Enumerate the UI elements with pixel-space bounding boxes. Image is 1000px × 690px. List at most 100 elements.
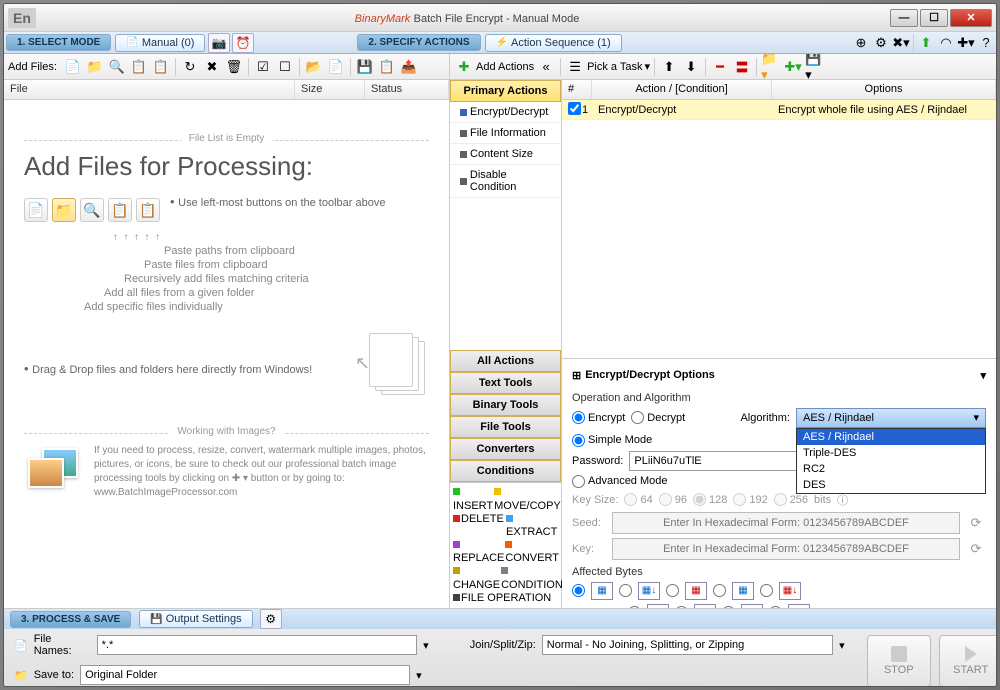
start-button[interactable]: START — [939, 635, 997, 687]
alg-opt-aes[interactable]: AES / Rijndael — [797, 429, 985, 445]
step3-tab[interactable]: 3. PROCESS & SAVE — [10, 611, 131, 628]
col-file[interactable]: File — [4, 80, 295, 99]
add-folder-icon[interactable]: 📁 — [85, 57, 105, 77]
key-input — [612, 538, 960, 560]
step2-tab[interactable]: 2. SPECIFY ACTIONS — [357, 34, 480, 51]
decrypt-radio[interactable]: Decrypt — [631, 411, 685, 424]
globe-icon[interactable]: ⊕ — [851, 33, 871, 53]
refresh-icon[interactable]: ↻ — [180, 57, 200, 77]
step1-tab[interactable]: 1. SELECT MODE — [6, 34, 111, 51]
hint-line2: Paste files from clipboard — [24, 259, 429, 271]
camera-icon[interactable]: 📷 — [208, 33, 230, 53]
export-icon[interactable]: 📤 — [399, 57, 419, 77]
row-options: Encrypt whole file using AES / Rijndael — [772, 102, 996, 118]
action-disablecond[interactable]: Disable Condition — [450, 165, 561, 198]
simple-mode-radio[interactable]: Simple Mode — [572, 434, 652, 447]
algorithm-dropdown[interactable]: AES / Rijndael▾ AES / Rijndael Triple-DE… — [796, 408, 986, 428]
copy-list-icon[interactable]: 📋 — [377, 57, 397, 77]
seed-input — [612, 512, 960, 534]
remove-icon[interactable]: ✖ — [202, 57, 222, 77]
wifi-icon[interactable]: ◠ — [936, 33, 956, 53]
sequence-row[interactable]: 1 Encrypt/Decrypt Encrypt whole file usi… — [562, 100, 996, 120]
col-num[interactable]: # — [562, 80, 592, 99]
add-icon[interactable]: ✚▾ — [956, 33, 976, 53]
fe-4[interactable] — [769, 606, 782, 608]
paste-paths-icon[interactable]: 📋 — [151, 57, 171, 77]
col-options[interactable]: Options — [772, 80, 996, 99]
images-thumbnail-icon — [24, 444, 84, 494]
seed-gen-icon: ⟳ — [966, 513, 986, 533]
filenames-icon: 📄 — [14, 639, 28, 652]
action-contentsize[interactable]: Content Size — [450, 144, 561, 165]
cat-all[interactable]: All Actions — [450, 350, 561, 372]
move-up-icon[interactable]: ⬆ — [659, 57, 679, 77]
folder-action-icon[interactable]: 📁▾ — [761, 57, 781, 77]
cat-file[interactable]: File Tools — [450, 416, 561, 438]
alg-opt-rc2[interactable]: RC2 — [797, 461, 985, 477]
save-actions-icon[interactable]: 💾▾ — [805, 57, 825, 77]
uncheck-icon[interactable]: ☐ — [275, 57, 295, 77]
col-size[interactable]: Size — [295, 80, 365, 99]
alg-opt-3des[interactable]: Triple-DES — [797, 445, 985, 461]
clock-icon[interactable]: ⏰ — [232, 33, 254, 53]
cat-text[interactable]: Text Tools — [450, 372, 561, 394]
disable-action-icon[interactable]: 〓 — [732, 57, 752, 77]
open-file-icon[interactable]: 📄 — [326, 57, 346, 77]
pick-task-icon[interactable]: ☰ — [565, 57, 585, 77]
affected-label: Affected Bytes — [572, 566, 986, 578]
help-keysize-icon[interactable]: ⓘ — [837, 492, 848, 508]
collapse-icon[interactable]: « — [536, 57, 556, 77]
joinsplit-input[interactable] — [542, 635, 833, 655]
fe-1[interactable] — [628, 606, 641, 608]
manual-tab[interactable]: 📄 Manual (0) — [115, 34, 205, 52]
update-icon[interactable]: ⬆ — [916, 33, 936, 53]
close-button[interactable]: ✕ — [950, 9, 992, 27]
fe-2[interactable] — [675, 606, 688, 608]
open-folder-icon[interactable]: 📂 — [304, 57, 324, 77]
stop-button[interactable]: STOP — [867, 635, 931, 687]
fe-3[interactable] — [722, 606, 735, 608]
aff-all[interactable] — [572, 584, 585, 597]
add-recursive-icon[interactable]: 🔍 — [107, 57, 127, 77]
settings-icon[interactable]: ⚙ — [871, 33, 891, 53]
aff-3[interactable] — [666, 584, 679, 597]
aff-2[interactable] — [619, 584, 632, 597]
saveto-input[interactable] — [80, 665, 410, 685]
maximize-button[interactable]: ☐ — [920, 9, 948, 27]
action-sequence-tab[interactable]: ⚡ Action Sequence (1) — [485, 34, 622, 52]
advanced-mode-radio[interactable]: Advanced Mode — [572, 475, 668, 488]
aff-5[interactable] — [760, 584, 773, 597]
minimize-button[interactable]: — — [890, 9, 918, 27]
action-fileinfo[interactable]: File Information — [450, 123, 561, 144]
actions-sidebar: Primary Actions Encrypt/Decrypt File Inf… — [450, 80, 562, 608]
tools-icon[interactable]: ✖▾ — [891, 33, 911, 53]
key-label: Key: — [572, 543, 606, 555]
add-file-icon[interactable]: 📄 — [63, 57, 83, 77]
encrypt-radio[interactable]: Encrypt — [572, 411, 625, 424]
cat-binary[interactable]: Binary Tools — [450, 394, 561, 416]
images-hint-text: If you need to process, resize, convert,… — [94, 444, 429, 500]
gear-icon[interactable]: ⚙ — [260, 609, 282, 629]
col-status[interactable]: Status — [365, 80, 449, 99]
clear-icon[interactable]: 🗑 — [224, 57, 244, 77]
delete-action-icon[interactable]: ━ — [710, 57, 730, 77]
algorithm-dropdown-list[interactable]: AES / Rijndael Triple-DES RC2 DES — [796, 428, 986, 494]
pick-task-label[interactable]: Pick a Task — [587, 61, 642, 73]
help-icon[interactable]: ? — [976, 33, 996, 53]
new-action-icon[interactable]: ✚▾ — [783, 57, 803, 77]
alg-opt-des[interactable]: DES — [797, 477, 985, 493]
filenames-input[interactable] — [97, 635, 417, 655]
col-action[interactable]: Action / [Condition] — [592, 80, 772, 99]
primary-actions-header[interactable]: Primary Actions — [450, 80, 561, 102]
images-hint-header: Working with Images? — [169, 426, 283, 437]
add-action-icon[interactable]: ✚ — [454, 57, 474, 77]
check-icon[interactable]: ☑ — [253, 57, 273, 77]
save-list-icon[interactable]: 💾 — [355, 57, 375, 77]
output-settings-tab[interactable]: 💾 Output Settings — [139, 610, 252, 628]
paste-files-icon[interactable]: 📋 — [129, 57, 149, 77]
cat-cond[interactable]: Conditions — [450, 460, 561, 482]
cat-conv[interactable]: Converters — [450, 438, 561, 460]
move-down-icon[interactable]: ⬇ — [681, 57, 701, 77]
aff-4[interactable] — [713, 584, 726, 597]
action-encrypt[interactable]: Encrypt/Decrypt — [450, 102, 561, 123]
